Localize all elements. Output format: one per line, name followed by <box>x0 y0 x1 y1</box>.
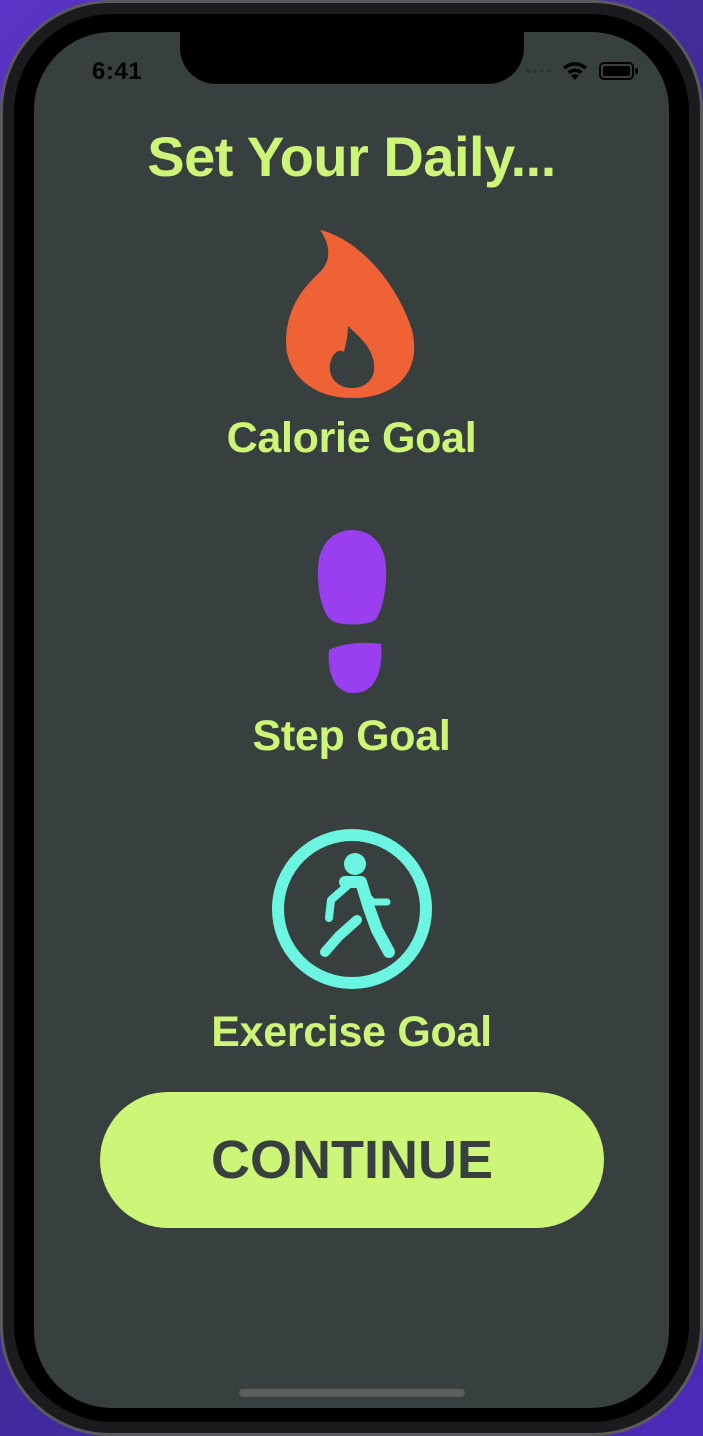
continue-button[interactable]: CONTINUE <box>100 1092 604 1228</box>
walking-figure-icon <box>271 829 432 989</box>
flame-icon <box>285 230 414 398</box>
calorie-goal-label: Calorie Goal <box>226 414 477 462</box>
footprint-icon <box>317 530 386 694</box>
exercise-goal-label: Exercise Goal <box>211 1008 492 1056</box>
home-indicator <box>239 1389 465 1397</box>
page-title: Set Your Daily... <box>147 125 556 188</box>
wifi-icon <box>563 62 587 80</box>
calorie-goal-option[interactable]: Calorie Goal <box>34 230 669 463</box>
device-notch <box>180 32 524 84</box>
step-goal-option[interactable]: Step Goal <box>34 528 669 761</box>
exercise-goal-option[interactable]: Exercise Goal <box>34 826 669 1057</box>
status-icons <box>526 60 639 82</box>
step-goal-label: Step Goal <box>252 712 451 760</box>
battery-icon <box>599 62 638 80</box>
app-screen: 6:41 Set Your Daily... Calorie Goal Step… <box>34 32 669 1408</box>
status-time: 6:41 <box>92 58 143 85</box>
cellular-dots-icon <box>526 69 551 73</box>
